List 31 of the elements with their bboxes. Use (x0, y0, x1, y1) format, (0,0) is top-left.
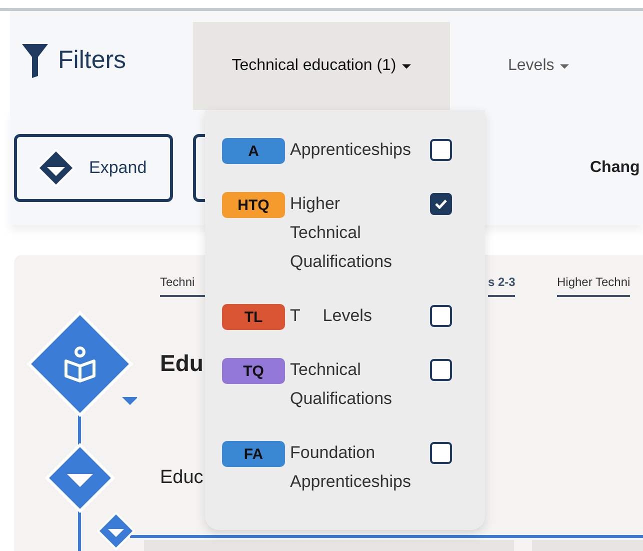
checkbox[interactable] (430, 139, 452, 161)
expand-button[interactable]: Expand (14, 134, 173, 202)
filter-icon (22, 44, 48, 78)
category-badge: HTQ (222, 192, 285, 218)
filter-tab[interactable]: Technical education (1) (193, 22, 450, 110)
checkbox[interactable] (430, 359, 452, 381)
category-badge: A (222, 138, 285, 164)
option-label[interactable]: Technical Qualifications (290, 355, 426, 413)
checkbox[interactable] (430, 442, 452, 464)
check-icon (435, 199, 447, 209)
option-label[interactable]: Apprenticeships (290, 135, 426, 164)
expand-node-icon[interactable] (96, 511, 136, 551)
timeline-label: Edu (160, 350, 204, 377)
option-label[interactable]: Higher Technical Qualifications (290, 189, 426, 276)
category-badge: FA (222, 441, 285, 467)
caret-icon (560, 64, 570, 68)
column-header: s 2-3 (488, 275, 516, 297)
category-badge: TQ (222, 358, 285, 384)
option-label[interactable]: Foundation Apprenticeships (290, 438, 426, 496)
toolbar-label: Chang (590, 158, 640, 176)
caret-icon (402, 64, 412, 68)
checkbox[interactable] (430, 305, 452, 327)
category-badge: TL (222, 304, 285, 330)
option-label[interactable]: T Levels (290, 301, 426, 330)
timeline-label: Educ (160, 467, 204, 489)
filters-title: Filters (58, 46, 126, 75)
expand-node-icon[interactable] (45, 443, 115, 513)
column-header: Higher Techni (557, 275, 630, 297)
expand-icon (37, 148, 75, 186)
filter-tab[interactable]: Levels (490, 22, 588, 110)
checkbox[interactable] (430, 193, 452, 215)
